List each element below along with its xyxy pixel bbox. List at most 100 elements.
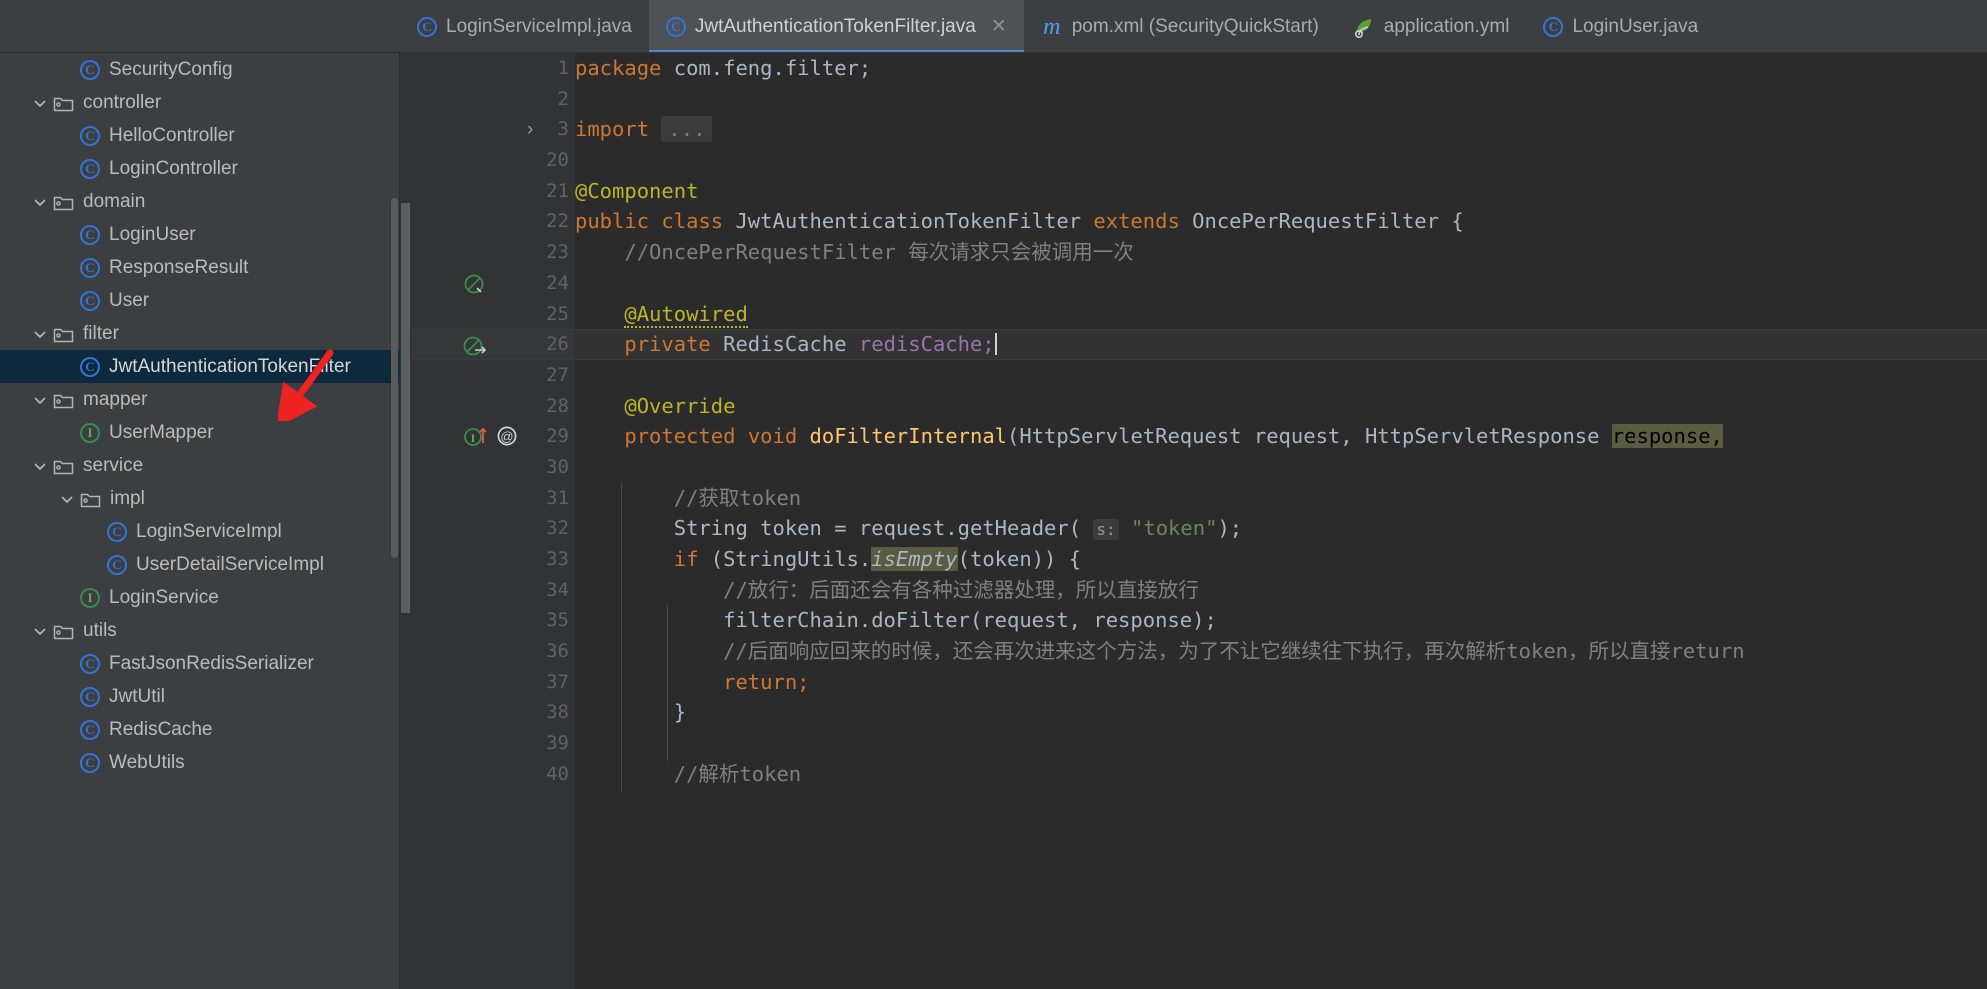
tree-item-loginservice[interactable]: I LoginService [0, 581, 400, 614]
tree-item-utils[interactable]: utils [0, 614, 400, 647]
code-line-31[interactable]: //获取token [575, 483, 1987, 514]
chevron-down-icon[interactable] [27, 325, 53, 343]
tree-item-user[interactable]: C User [0, 284, 400, 317]
code-editor[interactable]: 1 2 3 20 21 22 23 24 25 26 27 28 29 30 31 32 33 34 35 36 37 3… [400, 53, 1987, 989]
tree-item-domain[interactable]: domain [0, 185, 400, 218]
chevron-down-icon[interactable] [27, 391, 53, 409]
gutter-line-number-20[interactable]: 20 [411, 145, 575, 176]
code-line-21[interactable]: @Component [575, 176, 1987, 207]
tree-item-jwtutil[interactable]: C JwtUtil [0, 680, 400, 713]
editor-left-scrollbar[interactable] [400, 53, 411, 989]
tree-item-jwtauthenticationtokenfilter[interactable]: C JwtAuthenticationTokenFilter [0, 350, 400, 383]
gutter-line-number-34[interactable]: 34 [411, 575, 575, 606]
fold-expand-chevron-icon[interactable]: › [527, 114, 533, 145]
gutter-line-number-39[interactable]: 39 [411, 728, 575, 759]
gutter-line-number-2[interactable]: 2 [411, 84, 575, 115]
code-line-40[interactable]: //解析token [575, 759, 1987, 790]
code-line-26[interactable]: private RedisCache redisCache; [575, 329, 1987, 360]
code-lines[interactable]: package com.feng.filter; import ... @Com… [575, 53, 1987, 790]
implementing-method-gutter-icon[interactable]: I [463, 425, 489, 452]
code-line-38[interactable]: } [575, 697, 1987, 728]
tree-item-impl[interactable]: impl [0, 482, 400, 515]
code-line-23[interactable]: //OncePerRequestFilter 每次请求只会被调用一次 [575, 237, 1987, 268]
tree-item-logincontroller[interactable]: C LoginController [0, 152, 400, 185]
code-line-36[interactable]: //后面响应回来的时候，还会再次进来这个方法，为了不让它继续往下执行，再次解析t… [575, 636, 1987, 667]
editor-scrollbar-thumb[interactable] [401, 203, 410, 613]
tree-item-controller[interactable]: controller [0, 86, 400, 119]
tree-item-securityconfig[interactable]: C SecurityConfig [0, 53, 400, 86]
annotation-gutter-icon[interactable]: @ [496, 425, 518, 452]
gutter-line-number-24[interactable]: 24 [411, 268, 575, 299]
gutter-line-number-1[interactable]: 1 [411, 53, 575, 84]
editor-tab-pom-xml[interactable]: m pom.xml (SecurityQuickStart) [1023, 0, 1336, 52]
tree-item-service[interactable]: service [0, 449, 400, 482]
project-tree-panel[interactable]: C SecurityConfig controller C HelloControlle… [0, 53, 400, 989]
gutter-line-number-3[interactable]: 3 [411, 114, 575, 145]
tree-item-filter[interactable]: filter [0, 317, 400, 350]
tree-item-rediscache[interactable]: C RedisCache [0, 713, 400, 746]
gutter-line-number-37[interactable]: 37 [411, 667, 575, 698]
gutter-line-number-28[interactable]: 28 [411, 391, 575, 422]
line-29-gutter-icons[interactable]: I @ [463, 423, 518, 454]
bean-class-gutter-icon[interactable] [463, 268, 485, 299]
chevron-down-icon[interactable] [27, 622, 53, 640]
code-line-25[interactable]: @Autowired [575, 299, 1987, 330]
code-line-33[interactable]: if (StringUtils.isEmpty(token)) { [575, 544, 1987, 575]
code-line-29[interactable]: protected void doFilterInternal(HttpServ… [575, 421, 1987, 452]
editor-tab-application-yml[interactable]: application.yml [1335, 0, 1527, 52]
gutter-line-number-23[interactable]: 23 [411, 237, 575, 268]
gutter-line-number-26[interactable]: 26 [411, 329, 575, 360]
chevron-down-icon[interactable] [27, 94, 53, 112]
tree-item-responseresult[interactable]: C ResponseResult [0, 251, 400, 284]
code-line-32[interactable]: String token = request.getHeader( s: "to… [575, 513, 1987, 544]
tree-item-webutils[interactable]: C WebUtils [0, 746, 400, 779]
gutter-line-number-38[interactable]: 38 [411, 697, 575, 728]
gutter-line-number-32[interactable]: 32 [411, 513, 575, 544]
tree-item-hellocontroller[interactable]: C HelloController [0, 119, 400, 152]
gutter-line-number-30[interactable]: 30 [411, 452, 575, 483]
project-tree-rows[interactable]: C SecurityConfig controller C HelloControlle… [0, 53, 400, 779]
editor-gutter[interactable]: 1 2 3 20 21 22 23 24 25 26 27 28 29 30 31 32 33 34 35 36 37 3… [411, 53, 575, 989]
code-content[interactable]: package com.feng.filter; import ... @Com… [575, 53, 1987, 989]
gutter-line-number-25[interactable]: 25 [411, 299, 575, 330]
tree-item-usermapper[interactable]: I UserMapper [0, 416, 400, 449]
code-line-37[interactable]: return; [575, 667, 1987, 698]
code-line-34[interactable]: //放行：后面还会有各种过滤器处理，所以直接放行 [575, 575, 1987, 606]
gutter-line-number-33[interactable]: 33 [411, 544, 575, 575]
import-fold-placeholder[interactable]: ... [661, 116, 713, 143]
gutter-line-number-31[interactable]: 31 [411, 483, 575, 514]
code-line-27[interactable] [575, 360, 1987, 391]
close-icon[interactable]: ✕ [991, 17, 1007, 36]
code-line-39[interactable] [575, 728, 1987, 759]
gutter-line-number-36[interactable]: 36 [411, 636, 575, 667]
editor-tab-login-service-impl[interactable]: C LoginServiceImpl.java [400, 0, 649, 52]
code-line-35[interactable]: filterChain.doFilter(request, response); [575, 605, 1987, 636]
code-line-20[interactable] [575, 145, 1987, 176]
code-line-2[interactable] [575, 84, 1987, 115]
gutter-line-number-27[interactable]: 27 [411, 360, 575, 391]
tree-item-fastjsonredisserializer[interactable]: C FastJsonRedisSerializer [0, 647, 400, 680]
chevron-down-icon[interactable] [54, 490, 80, 508]
code-line-30[interactable] [575, 452, 1987, 483]
gutter-line-number-22[interactable]: 22 [411, 206, 575, 237]
code-line-24[interactable] [575, 268, 1987, 299]
chevron-down-icon[interactable] [27, 457, 53, 475]
chevron-down-icon[interactable] [27, 193, 53, 211]
editor-tab-bar[interactable]: C LoginServiceImpl.java C JwtAuthenticat… [400, 0, 1987, 53]
tree-item-mapper[interactable]: mapper [0, 383, 400, 416]
gutter-line-number-21[interactable]: 21 [411, 176, 575, 207]
editor-tab-login-user[interactable]: C LoginUser.java [1526, 0, 1716, 52]
project-tree-scrollbar[interactable] [391, 198, 398, 558]
code-line-28[interactable]: @Override [575, 391, 1987, 422]
svg-text:I: I [471, 431, 476, 445]
tree-item-userdetailserviceimpl[interactable]: C UserDetailServiceImpl [0, 548, 400, 581]
editor-tab-jwt-auth-token-filter[interactable]: C JwtAuthenticationTokenFilter.java ✕ [648, 0, 1024, 52]
gutter-line-number-35[interactable]: 35 [411, 605, 575, 636]
code-line-3[interactable]: import ... [575, 114, 1987, 145]
tree-item-loginserviceimpl[interactable]: C LoginServiceImpl [0, 515, 400, 548]
autowired-dependency-gutter-icon[interactable] [463, 330, 487, 361]
code-line-1[interactable]: package com.feng.filter; [575, 53, 1987, 84]
code-line-22[interactable]: public class JwtAuthenticationTokenFilte… [575, 206, 1987, 237]
gutter-line-number-40[interactable]: 40 [411, 759, 575, 790]
tree-item-loginuser[interactable]: C LoginUser [0, 218, 400, 251]
